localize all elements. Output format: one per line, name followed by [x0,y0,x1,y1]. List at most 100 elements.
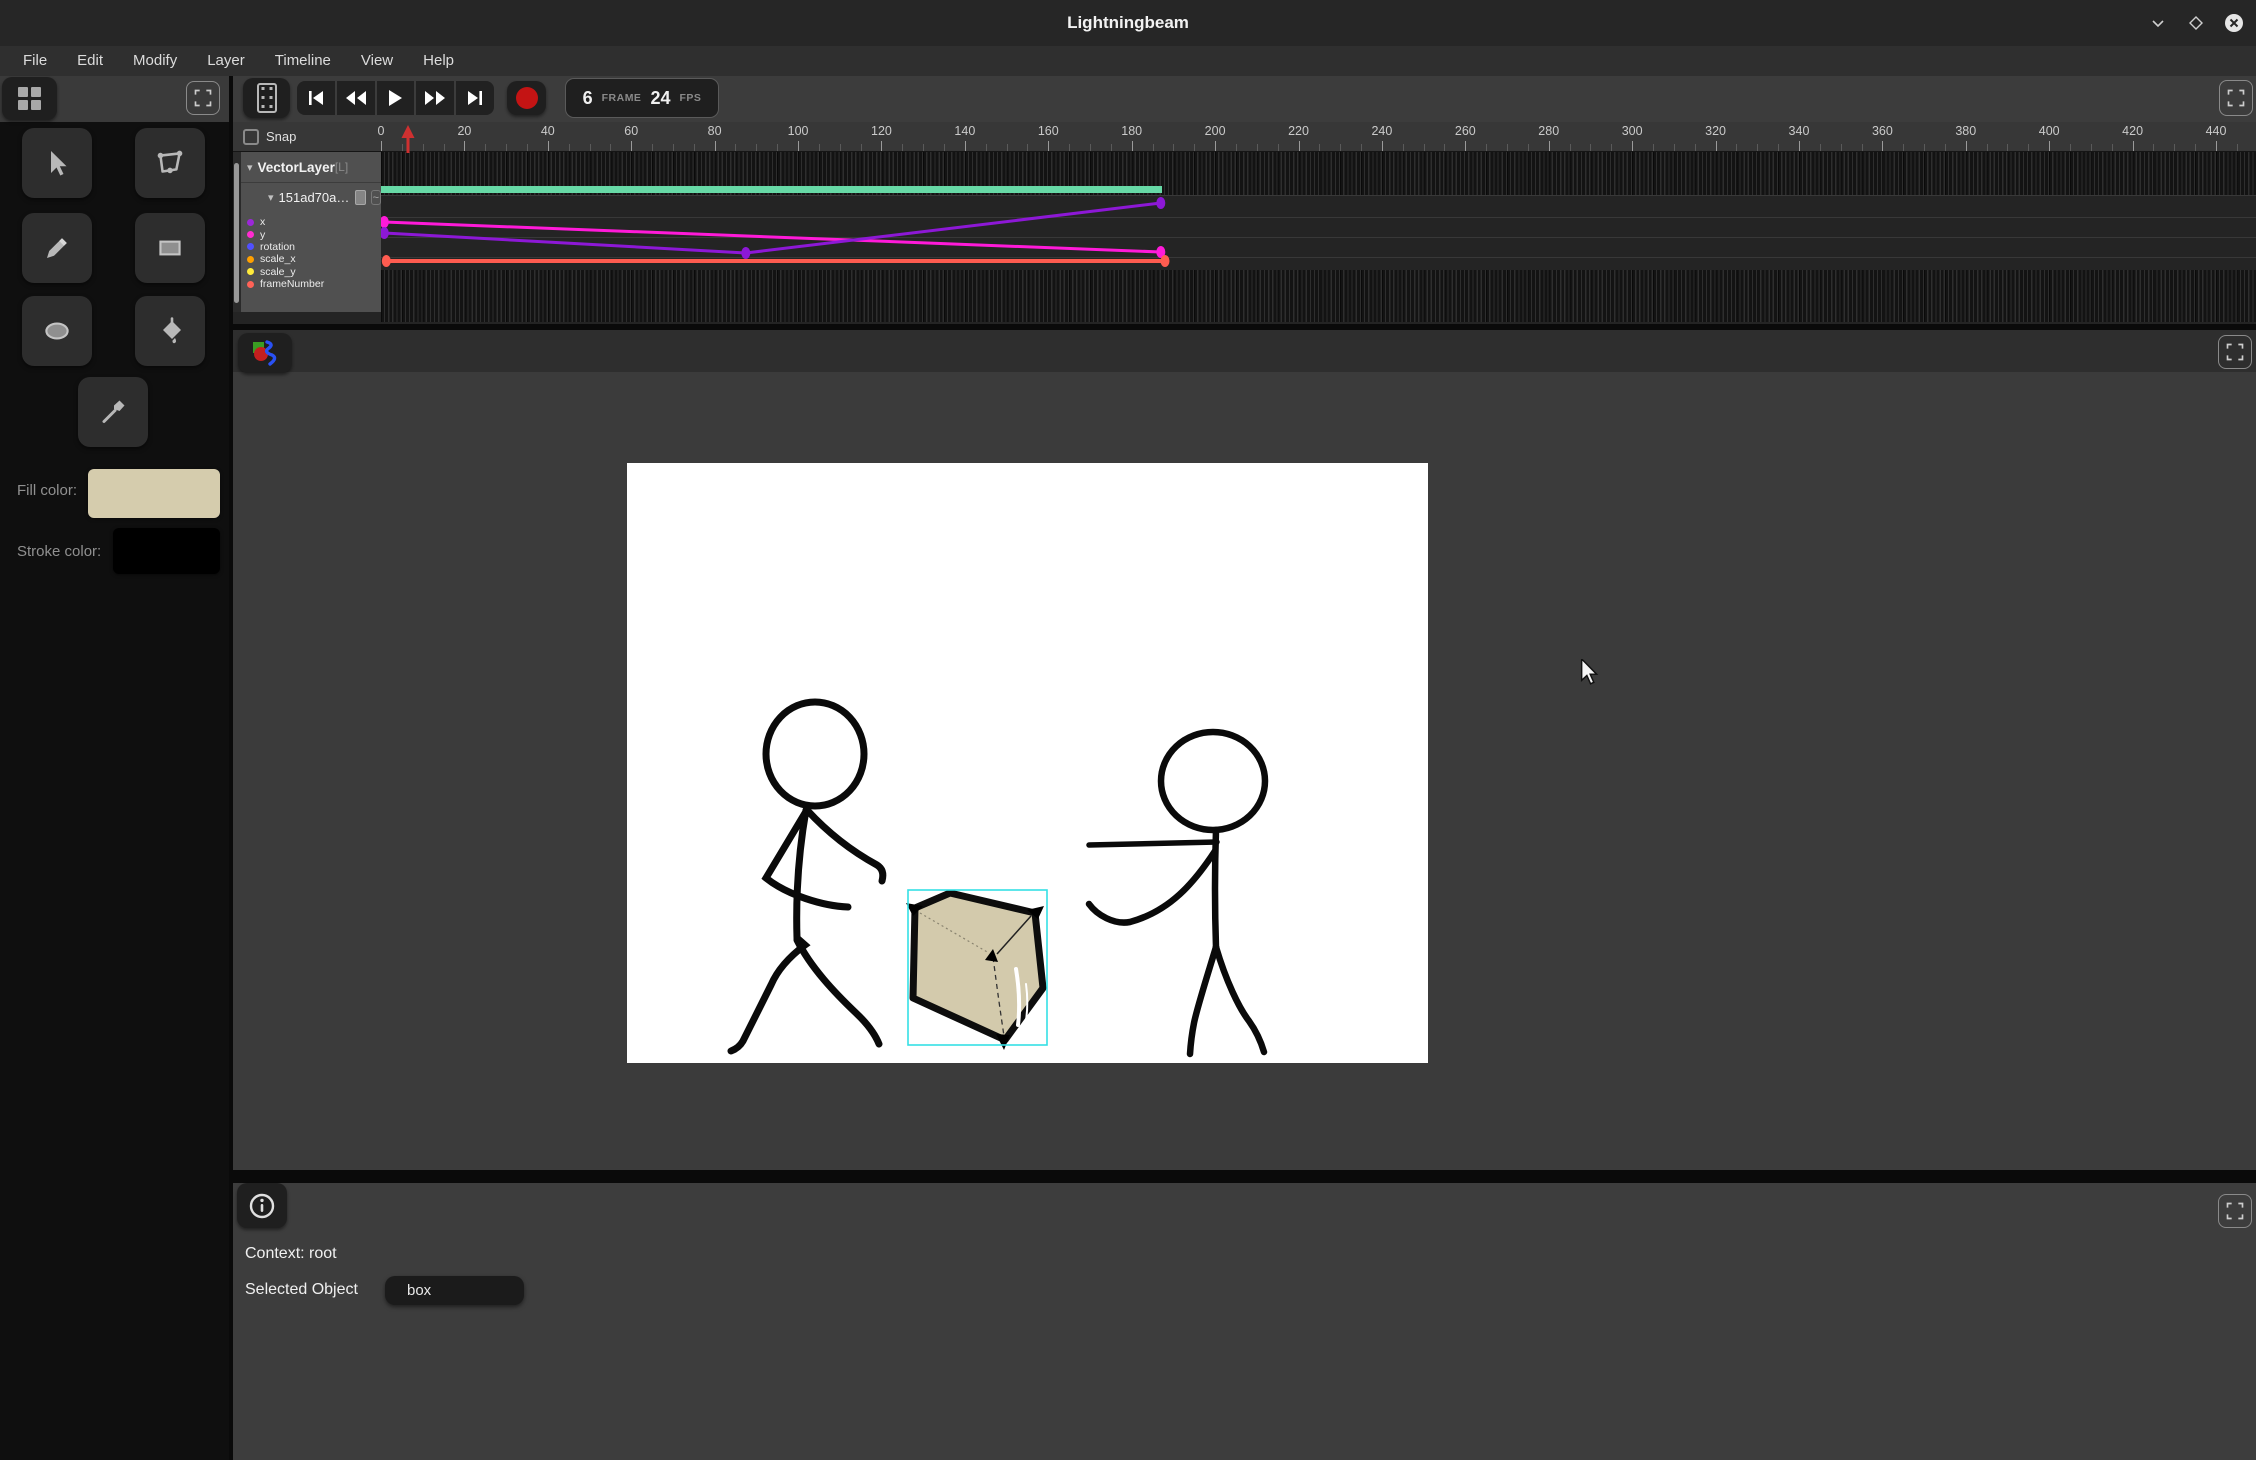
window-title: Lightningbeam [0,0,2256,46]
ruler-label-360: 360 [1872,124,1893,138]
property-row-x[interactable]: x [247,216,381,228]
close-icon[interactable] [2221,10,2247,36]
paint-bucket-icon [154,315,186,347]
transform-tool-button[interactable] [135,128,205,198]
ruler-label-400: 400 [2039,124,2060,138]
ruler-label-100: 100 [788,124,809,138]
tools-panel: Fill color: Stroke color: [0,76,229,1460]
canvas-panel [233,330,2256,1170]
expand-icon [2225,342,2245,362]
property-row-scale_y[interactable]: scale_y [247,266,381,278]
collapse-icon[interactable]: ▾ [247,161,253,174]
scene [627,463,1428,1063]
maximize-icon[interactable] [2183,10,2209,36]
app-window: Lightningbeam FileEditModifyLayerTimelin… [0,0,2256,1460]
menu-edit[interactable]: Edit [62,46,118,76]
collapse-icon[interactable]: ▾ [268,191,274,204]
ruler-label-200: 200 [1205,124,1226,138]
selected-box-object[interactable] [906,890,1047,1050]
status-expand-button[interactable] [2218,1194,2252,1228]
fps-label: FPS [679,92,701,104]
snap-checkbox[interactable] [243,129,259,145]
layer-row-vectorlayer[interactable]: ▾ VectorLayer [L] [241,152,381,183]
stick-figure-right[interactable] [1089,732,1265,1054]
info-button[interactable] [237,1183,287,1228]
tools-expand-button[interactable] [186,81,220,115]
property-row-rotation[interactable]: rotation [247,241,381,253]
ruler-label-420: 420 [2122,124,2143,138]
menu-help[interactable]: Help [408,46,469,76]
frame-fps-display: 6 FRAME 24 FPS [565,78,719,118]
playback-toolbar: 6 FRAME 24 FPS [233,76,2256,122]
play-icon [387,89,403,107]
menu-layer[interactable]: Layer [192,46,260,76]
selected-object-dropdown[interactable]: box [385,1276,524,1305]
layer-name: VectorLayer [258,160,335,175]
eyedropper-tool-button[interactable] [78,377,148,447]
transform-icon [153,146,187,180]
property-label: frameNumber [260,278,324,290]
curve-y [384,222,1161,252]
keyframe-y [381,216,389,228]
object-name: 151ad70a… [279,190,350,205]
record-button[interactable] [507,81,546,115]
play-button[interactable] [377,81,415,115]
menu-view[interactable]: View [346,46,408,76]
ruler-label-320: 320 [1705,124,1726,138]
timeline-scrollbar[interactable] [234,163,239,303]
playhead[interactable] [401,125,415,153]
property-label: x [260,216,265,228]
animation-curves [381,122,2256,324]
menu-timeline[interactable]: Timeline [260,46,346,76]
cursor-icon [41,147,73,179]
grid-icon [18,87,41,110]
layer-row-object[interactable]: ▾ 151ad70a… ~ [241,183,381,212]
ruler-label-260: 260 [1455,124,1476,138]
film-button[interactable] [243,78,290,118]
stroke-color-swatch[interactable] [113,528,220,574]
ruler-label-240: 240 [1371,124,1392,138]
property-label: scale_y [260,266,296,278]
skip-start-button[interactable] [297,81,335,115]
stick-figure-left[interactable] [731,702,883,1051]
timeline-panel: 0204060801001201401601802002202402602803… [233,122,2256,324]
rectangle-tool-button[interactable] [135,213,205,283]
timeline-expand-button[interactable] [2219,80,2253,116]
menu-file[interactable]: File [8,46,62,76]
fill-color-label: Fill color: [17,482,77,499]
expand-icon [193,88,213,108]
layer-curve-toggle-button[interactable]: ~ [371,190,381,205]
property-row-y[interactable]: y [247,228,381,240]
ellipse-tool-button[interactable] [22,296,92,366]
frame-value: 6 [583,88,593,109]
pencil-tool-button[interactable] [22,213,92,283]
select-tool-button[interactable] [22,128,92,198]
status-panel: Context: root Selected Object box [233,1183,2256,1460]
property-row-scale_x[interactable]: scale_x [247,253,381,265]
timeline-ruler[interactable]: 0204060801001201401601802002202402602803… [233,122,2256,152]
layer-color-button[interactable] [355,190,365,205]
ruler-label-160: 160 [1038,124,1059,138]
context-label: Context: root [245,1245,337,1263]
property-row-frameNumber[interactable]: frameNumber [247,278,381,290]
ruler-label-60: 60 [624,124,638,138]
fill-color-swatch[interactable] [88,469,220,518]
property-label: scale_x [260,253,296,265]
ruler-label-120: 120 [871,124,892,138]
pencil-icon [41,232,73,264]
vector-logo-button[interactable] [238,333,292,373]
paint-bucket-tool-button[interactable] [135,296,205,366]
fast-forward-button[interactable] [416,81,454,115]
canvas-expand-button[interactable] [2218,335,2252,369]
fast-forward-icon [423,90,447,106]
panel-grid-button[interactable] [2,77,57,120]
skip-end-button[interactable] [456,81,494,115]
skip-start-icon [306,90,326,106]
drawing-canvas[interactable] [627,463,1428,1063]
menu-modify[interactable]: Modify [118,46,192,76]
minimize-icon[interactable] [2145,10,2171,36]
rewind-button[interactable] [337,81,375,115]
menu-bar: FileEditModifyLayerTimelineViewHelp [0,46,2256,76]
keyframe-x [381,227,389,239]
skip-end-icon [465,90,485,106]
